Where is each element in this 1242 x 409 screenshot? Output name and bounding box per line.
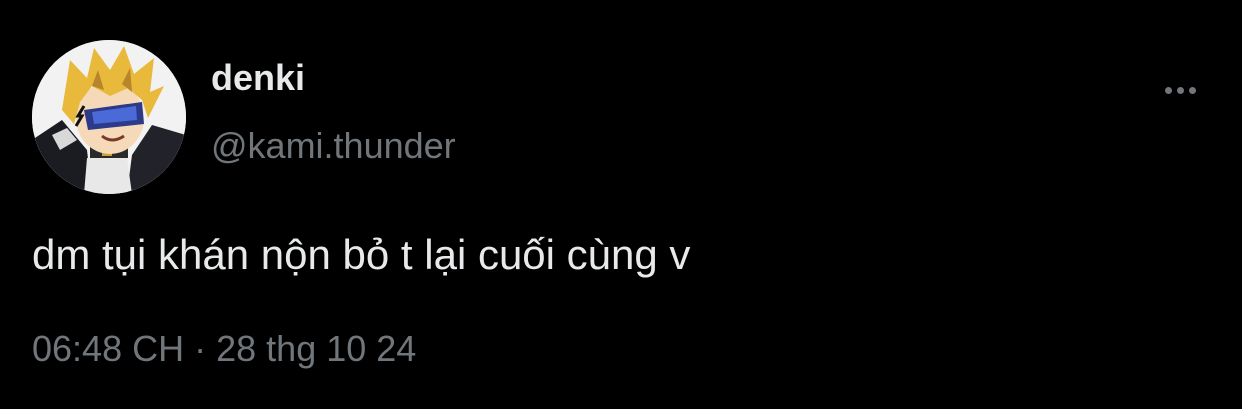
tweet-text: dm tụi khán nộn bỏ t lại cuối cùng v — [32, 231, 691, 278]
tweet-time[interactable]: 06:48 CH — [32, 328, 184, 369]
tweet-timestamp[interactable]: 06:48 CH · 28 thg 10 24 — [32, 326, 416, 372]
meta-separator: · — [194, 328, 216, 369]
avatar[interactable] — [32, 40, 186, 194]
more-horizontal-icon — [1164, 86, 1172, 94]
separator-dot: · — [194, 328, 207, 369]
tweet-card: denki @kami.thunder dm tụi khán nộn bỏ t… — [0, 0, 1242, 409]
author-display-name[interactable]: denki — [211, 56, 305, 100]
author-handle[interactable]: @kami.thunder — [211, 124, 456, 168]
more-options-button[interactable] — [1152, 72, 1208, 108]
more-horizontal-icon-dot — [1188, 86, 1196, 94]
avatar-image — [32, 40, 186, 194]
more-horizontal-icon-dot — [1176, 86, 1184, 94]
tweet-date[interactable]: 28 thg 10 24 — [216, 328, 416, 369]
